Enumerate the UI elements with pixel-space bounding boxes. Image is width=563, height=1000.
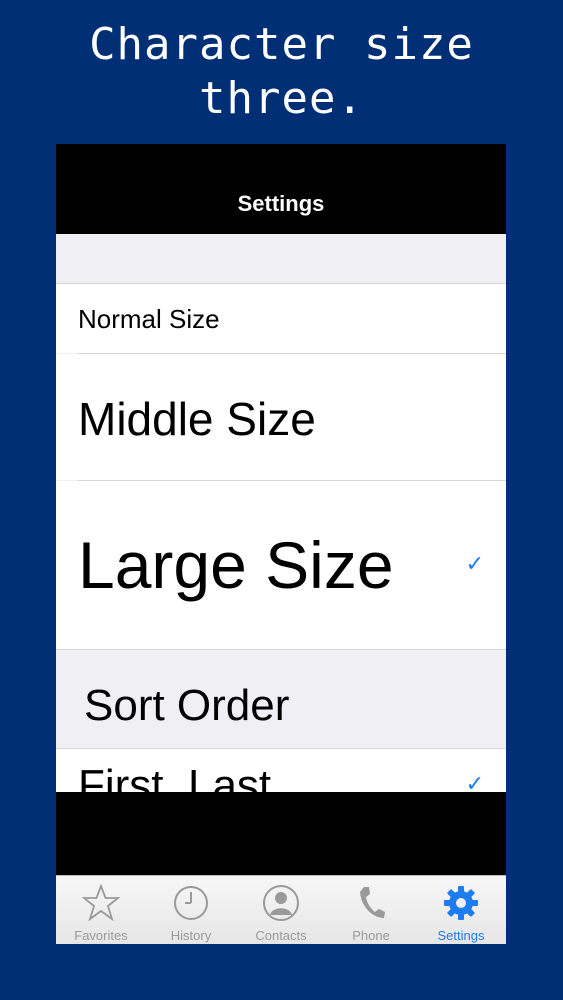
tab-settings[interactable]: Settings xyxy=(416,876,506,944)
caption-line-1: Character size xyxy=(89,19,474,70)
tab-bar: Favorites History Contacts Phone Setting… xyxy=(56,875,506,944)
tab-phone[interactable]: Phone xyxy=(326,876,416,944)
size-option-large[interactable]: Large Size ✓ xyxy=(56,481,506,649)
promo-caption: Character size three. xyxy=(0,18,563,126)
checkmark-icon: ✓ xyxy=(465,551,484,576)
ad-banner-area xyxy=(56,792,506,875)
gear-icon xyxy=(444,886,478,920)
settings-list: Normal Size Middle Size Large Size ✓ Sor… xyxy=(56,234,506,792)
tab-label: History xyxy=(170,928,212,943)
caption-line-2: three. xyxy=(199,73,364,124)
size-option-label: Large Size xyxy=(78,528,394,602)
size-option-middle[interactable]: Middle Size xyxy=(56,354,506,480)
phone-icon xyxy=(360,887,385,918)
divider xyxy=(56,649,506,650)
sort-option-first-last[interactable]: First, Last ✓ xyxy=(56,749,506,792)
tab-label: Contacts xyxy=(255,928,307,943)
size-option-label: Normal Size xyxy=(78,304,220,334)
tab-label: Settings xyxy=(437,928,485,943)
tab-label: Favorites xyxy=(74,928,128,943)
tab-favorites[interactable]: Favorites xyxy=(56,876,146,944)
tab-history[interactable]: History xyxy=(146,876,236,944)
size-option-normal[interactable]: Normal Size xyxy=(56,284,506,353)
tab-label: Phone xyxy=(352,928,390,943)
page-title: Settings xyxy=(237,191,325,216)
section-header-sort-order: Sort Order xyxy=(84,681,290,730)
size-option-label: Middle Size xyxy=(78,393,316,445)
clock-icon xyxy=(174,886,208,920)
navigation-bar: Settings xyxy=(56,144,506,234)
phone-screen: Settings Normal Size Middle Size Large S… xyxy=(56,144,506,944)
checkmark-icon: ✓ xyxy=(465,771,484,792)
person-icon xyxy=(263,885,299,921)
sort-option-label: First, Last xyxy=(78,761,272,792)
star-icon xyxy=(82,884,120,922)
tab-contacts[interactable]: Contacts xyxy=(236,876,326,944)
